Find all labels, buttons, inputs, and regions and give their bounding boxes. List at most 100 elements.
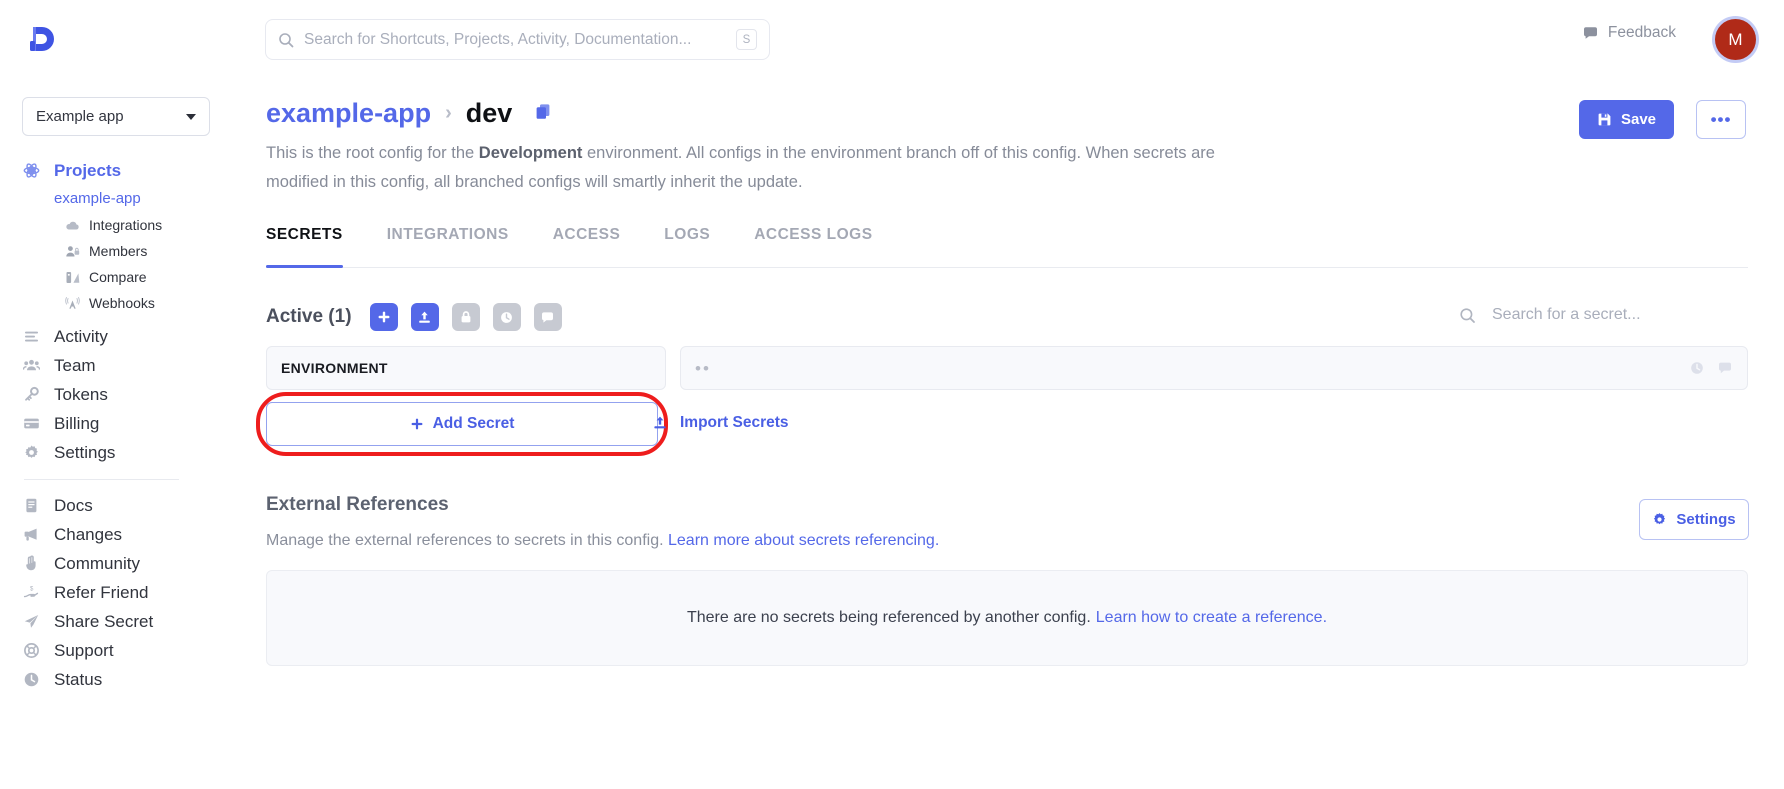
breadcrumb-config: dev: [465, 98, 513, 128]
clock-icon: [501, 311, 512, 323]
sidebar-item-team[interactable]: Team: [22, 351, 232, 380]
external-references-subtitle-text: Manage the external references to secret…: [266, 532, 664, 549]
lock-icon-button[interactable]: [451, 303, 480, 331]
breadcrumb-project[interactable]: example-app: [266, 98, 431, 129]
tab-access[interactable]: ACCESS: [553, 226, 621, 268]
description-bold: Development: [478, 144, 583, 162]
sidebar-item-webhooks[interactable]: Webhooks: [64, 290, 232, 316]
sidebar-item-tokens[interactable]: Tokens: [22, 380, 232, 409]
active-secrets-count: Active (1): [266, 306, 352, 327]
comment-icon: [542, 311, 554, 323]
sidebar-item-label: Projects: [54, 160, 122, 180]
sidebar-item-label: Docs: [54, 495, 93, 515]
external-references-subtitle: Manage the external references to secret…: [266, 532, 939, 550]
book-icon: [22, 496, 41, 515]
sidebar-item-label: Webhooks: [89, 295, 155, 311]
sidebar-item-members[interactable]: Members: [64, 238, 232, 264]
save-icon: [1598, 113, 1611, 126]
more-options-button[interactable]: •••: [1696, 100, 1746, 139]
sidebar-item-support[interactable]: Support: [22, 636, 232, 665]
comment-icon: [1583, 26, 1597, 39]
gear-icon: [22, 443, 41, 462]
ellipsis-icon: •••: [1710, 109, 1732, 129]
app-logo[interactable]: [10, 0, 70, 78]
sidebar-item-projects[interactable]: Projects: [22, 156, 232, 185]
add-secret-icon-button[interactable]: [369, 303, 398, 331]
secrets-toolbar: Active (1): [266, 303, 562, 331]
sidebar-item-example-app[interactable]: example-app: [54, 185, 232, 212]
sidebar-item-activity[interactable]: Activity: [22, 322, 232, 351]
tab-access-logs[interactable]: ACCESS LOGS: [754, 226, 872, 268]
team-icon: [22, 356, 41, 375]
sidebar-item-label: Members: [89, 243, 148, 259]
import-secrets-icon-button[interactable]: [410, 303, 439, 331]
chevron-down-icon: [186, 113, 196, 120]
sidebar-item-settings[interactable]: Settings: [22, 438, 232, 467]
key-icon: [22, 385, 41, 404]
plus-icon: [378, 311, 389, 323]
secrets-referencing-link[interactable]: Learn more about secrets referencing.: [668, 532, 939, 549]
tab-secrets[interactable]: SECRETS: [266, 226, 343, 268]
cloud-icon: [64, 217, 80, 233]
sidebar-item-integrations[interactable]: Integrations: [64, 212, 232, 238]
external-references-title: External References: [266, 494, 449, 515]
gear-icon: [1654, 513, 1666, 525]
external-references-settings-button[interactable]: Settings: [1639, 499, 1749, 540]
search-icon: [1460, 307, 1475, 323]
clock-icon[interactable]: [1689, 360, 1705, 376]
sidebar-item-community[interactable]: Community: [22, 549, 232, 578]
feedback-button[interactable]: Feedback: [1582, 24, 1676, 42]
webhooks-icon: [64, 295, 80, 311]
lock-icon: [461, 311, 470, 323]
history-icon-button[interactable]: [492, 303, 521, 331]
card-icon: [22, 414, 41, 433]
search-icon: [279, 32, 294, 47]
avatar-initial: M: [1728, 29, 1743, 49]
save-button[interactable]: Save: [1579, 100, 1674, 139]
sidebar-item-compare[interactable]: Compare: [64, 264, 232, 290]
secret-search-input[interactable]: [1492, 306, 1742, 324]
sidebar-project-label: example-app: [54, 190, 141, 207]
secret-value-field[interactable]: ••: [680, 346, 1748, 390]
tab-bar: SECRETS INTEGRATIONS ACCESS LOGS ACCESS …: [266, 226, 1748, 268]
sidebar-item-status[interactable]: Status: [22, 665, 232, 694]
tab-logs[interactable]: LOGS: [664, 226, 710, 268]
copy-icon[interactable]: [534, 102, 553, 126]
activity-icon: [22, 327, 41, 346]
avatar[interactable]: M: [1715, 19, 1756, 60]
sidebar-item-label: Activity: [54, 326, 108, 346]
sidebar-item-label: Billing: [54, 413, 100, 433]
sidebar-item-share-secret[interactable]: Share Secret: [22, 607, 232, 636]
breadcrumb: example-app › dev: [266, 98, 553, 129]
import-secrets-link[interactable]: Import Secrets: [652, 414, 789, 432]
sidebar-item-refer-friend[interactable]: $ Refer Friend: [22, 578, 232, 607]
sidebar-item-label: Status: [54, 669, 103, 689]
secret-key-value: ENVIRONMENT: [281, 360, 388, 376]
sidebar-item-changes[interactable]: Changes: [22, 520, 232, 549]
secret-key-field[interactable]: ENVIRONMENT: [266, 346, 666, 390]
sidebar-item-label: Changes: [54, 524, 123, 544]
tab-integrations[interactable]: INTEGRATIONS: [387, 226, 509, 268]
sidebar-item-billing[interactable]: Billing: [22, 409, 232, 438]
global-search-box[interactable]: S: [265, 19, 770, 60]
sidebar-item-docs[interactable]: Docs: [22, 491, 232, 520]
lifebuoy-icon: [22, 641, 41, 660]
create-reference-link[interactable]: Learn how to create a reference.: [1096, 609, 1327, 627]
add-secret-label: Add Secret: [432, 415, 515, 432]
secret-search-box[interactable]: [1459, 306, 1749, 324]
add-secret-button[interactable]: Add Secret: [266, 402, 658, 446]
compare-icon: [64, 269, 80, 285]
secret-row: ENVIRONMENT ••: [266, 346, 1748, 390]
config-description: This is the root config for the Developm…: [266, 139, 1226, 197]
description-pre: This is the root config for the: [266, 144, 479, 162]
search-input[interactable]: [304, 30, 736, 49]
notes-icon-button[interactable]: [533, 303, 562, 331]
sidebar-item-label: Support: [54, 640, 114, 660]
top-bar: S Feedback M: [0, 0, 1784, 78]
svg-text:$: $: [30, 587, 34, 593]
hand-icon: [22, 554, 41, 573]
sidebar-item-label: Tokens: [54, 384, 108, 404]
comment-icon[interactable]: [1717, 360, 1733, 376]
sidebar: Example app Projects example-app Integra…: [0, 78, 232, 789]
workspace-selector[interactable]: Example app: [22, 97, 210, 136]
